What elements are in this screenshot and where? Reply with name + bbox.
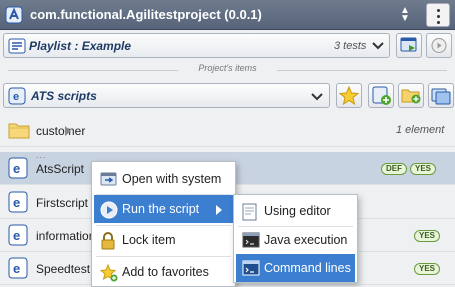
menu-divider: [96, 256, 231, 257]
project-title: com.functional.Agilitestproject (0.0.1): [30, 7, 262, 22]
folder-icon: [8, 123, 30, 139]
menu-item-label: Run the script: [122, 202, 200, 216]
section-title: Project's items: [0, 63, 455, 77]
menu-item-lock-item[interactable]: Lock item: [94, 226, 233, 254]
circle-play-icon: [431, 38, 447, 53]
chevron-down-icon[interactable]: [370, 37, 386, 53]
menu-item-run-script[interactable]: Run the script: [94, 195, 233, 223]
list-item[interactable]: customer 1 element: [0, 114, 455, 147]
playlist-icon: [8, 38, 26, 54]
script-name: information: [36, 229, 96, 243]
new-script-icon: [372, 86, 391, 105]
explorer-icon: [431, 88, 451, 105]
submenu-item-java-execution[interactable]: Java execution: [236, 226, 355, 254]
explorer-button[interactable]: [428, 83, 454, 108]
script-name: Speedtest: [36, 262, 91, 276]
play-circle-icon: [100, 201, 118, 219]
editor-icon: [242, 203, 257, 221]
menu-item-label: Add to favorites: [122, 265, 209, 279]
favorites-button[interactable]: [336, 83, 362, 108]
script-name: Firstscript: [36, 196, 88, 210]
item-type-label: ATS scripts: [31, 89, 97, 103]
menu-item-label: Command lines: [264, 261, 351, 275]
svg-text:e: e: [13, 161, 20, 176]
context-menu: Open with system Run the script Lock ite…: [91, 161, 236, 287]
svg-text:e: e: [13, 195, 20, 210]
command-line-icon: [242, 260, 260, 276]
terminal-icon: [242, 232, 260, 248]
menu-item-label: Using editor: [264, 204, 331, 218]
submenu-item-using-editor[interactable]: Using editor: [236, 197, 355, 225]
playlist-selector[interactable]: Playlist : Example 3 tests: [3, 33, 390, 58]
yes-badge: YES: [414, 230, 441, 242]
folder-name: customer: [36, 124, 86, 138]
more-options-button[interactable]: [426, 3, 450, 27]
def-badge: DEF: [381, 163, 407, 175]
ats-script-icon: e: [8, 191, 28, 213]
ats-script-icon: e: [8, 257, 28, 279]
ats-script-icon: e: [8, 224, 28, 246]
menu-item-label: Java execution: [264, 233, 348, 247]
project-selector-updown-icon[interactable]: ▲ ▼: [399, 6, 411, 24]
run-script-submenu: Using editor Java execution Command line…: [233, 194, 358, 283]
menu-item-label: Open with system: [122, 172, 222, 186]
item-type-selector[interactable]: e ATS scripts: [3, 83, 330, 108]
kebab-dot-icon: [436, 9, 440, 12]
run-playlist-icon: [400, 37, 417, 52]
svg-text:e: e: [13, 91, 19, 103]
playlist-test-count: 3 tests: [334, 40, 367, 52]
svg-text:e: e: [13, 261, 20, 276]
new-folder-button[interactable]: [398, 83, 424, 108]
expand-arrow-icon[interactable]: [65, 126, 71, 136]
open-external-icon: [100, 172, 117, 186]
script-dots-icon: ...: [36, 150, 47, 160]
playlist-run-button[interactable]: [396, 33, 422, 58]
menu-item-open-with-system[interactable]: Open with system: [94, 165, 233, 193]
lock-icon: [101, 232, 115, 250]
new-script-button[interactable]: [368, 83, 394, 108]
yes-badge: YES: [410, 163, 437, 175]
element-count: 1 element: [396, 124, 445, 136]
submenu-item-command-lines[interactable]: Command lines: [236, 254, 355, 282]
menu-item-add-to-favorites[interactable]: Add to favorites: [94, 258, 233, 286]
star-add-icon: [100, 264, 118, 282]
kebab-dot-icon: [436, 15, 440, 18]
yes-badge: YES: [414, 263, 441, 275]
playlist-record-button[interactable]: [426, 33, 452, 58]
kebab-dot-icon: [436, 21, 440, 24]
menu-item-label: Lock item: [122, 233, 176, 247]
svg-text:e: e: [13, 228, 20, 243]
ats-script-icon: e: [8, 157, 28, 179]
project-header: com.functional.Agilitestproject (0.0.1) …: [0, 0, 455, 30]
new-folder-icon: [401, 89, 421, 104]
chevron-down-icon[interactable]: [309, 88, 325, 104]
playlist-name: Playlist : Example: [29, 39, 132, 53]
ats-script-icon: e: [8, 87, 26, 105]
star-icon: [338, 85, 360, 106]
script-name: AtsScript: [36, 162, 85, 176]
agilitest-logo-icon: [5, 6, 23, 24]
submenu-arrow-icon: [216, 205, 222, 215]
